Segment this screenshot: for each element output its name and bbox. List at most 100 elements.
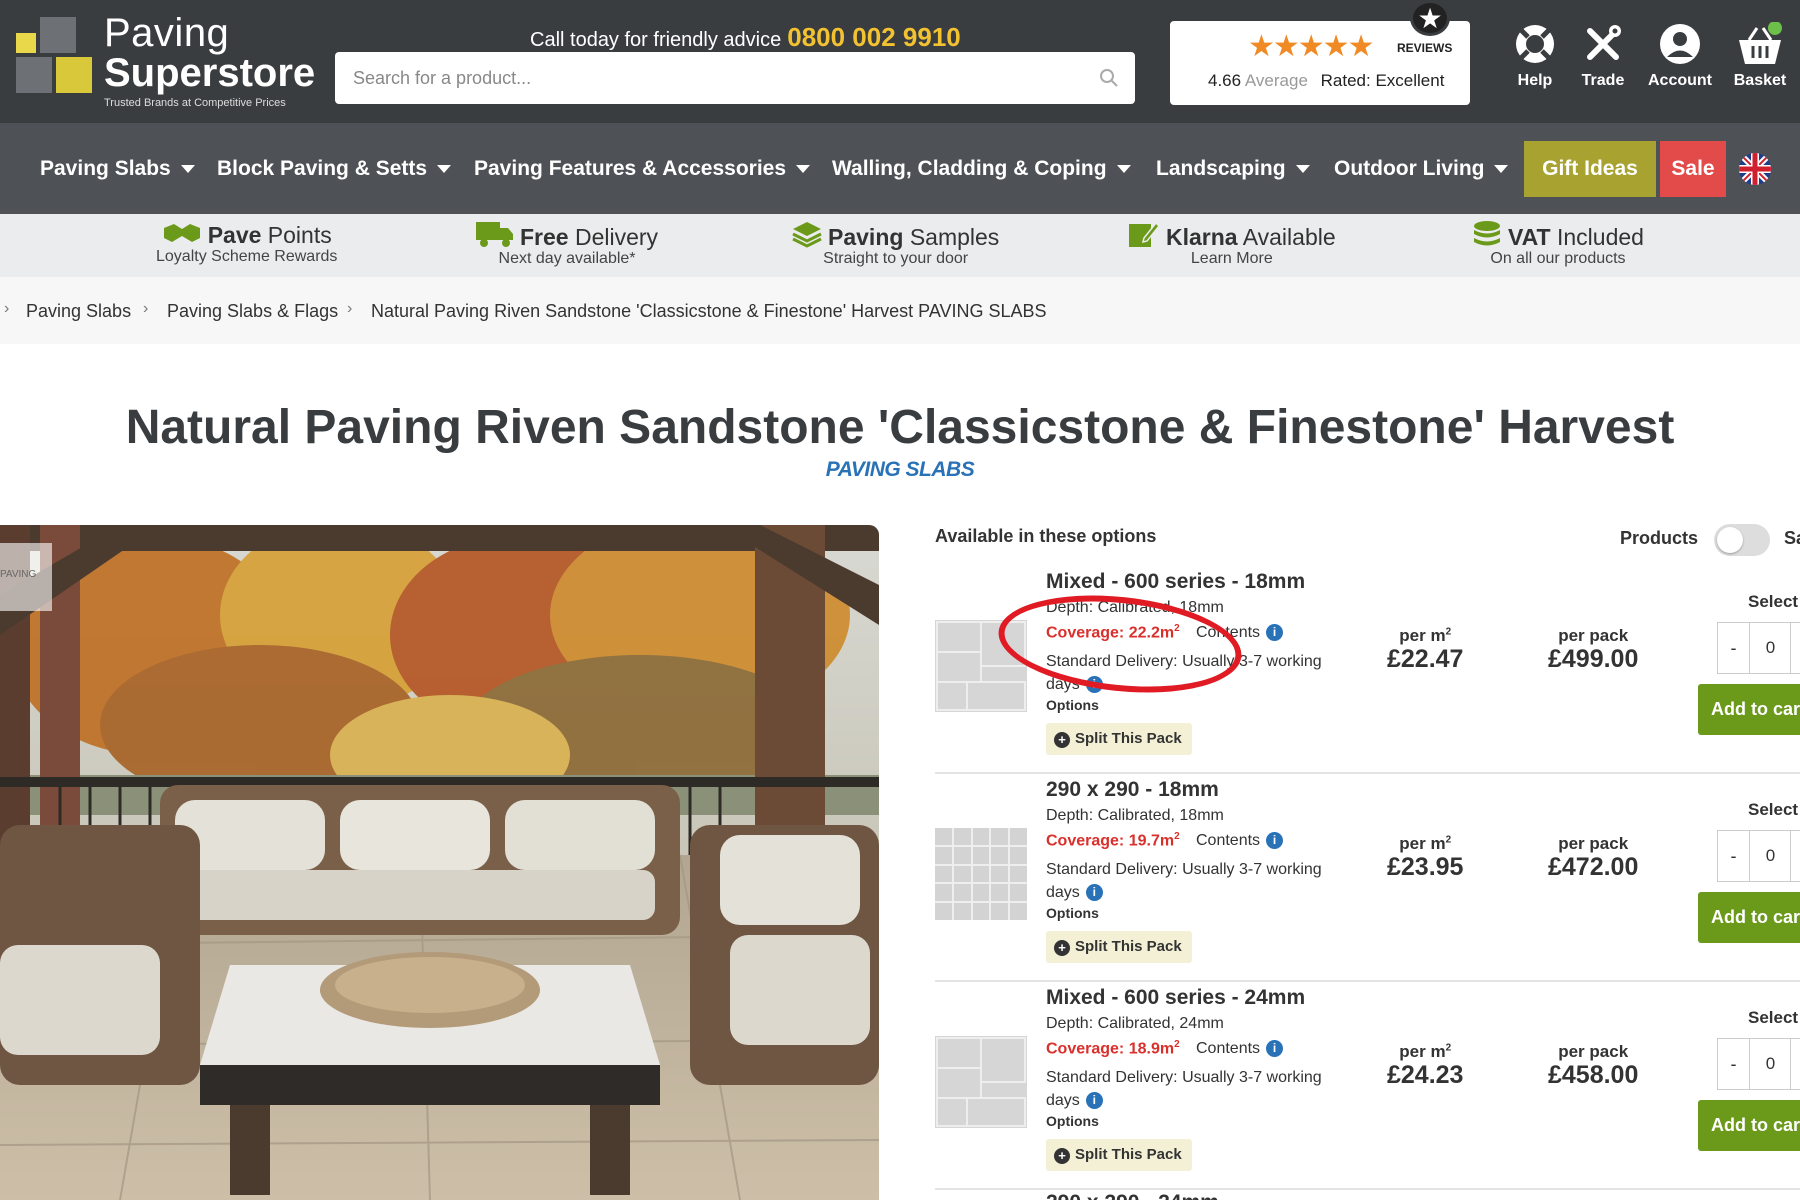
price-per-m2-value: £23.95 bbox=[1387, 853, 1464, 881]
price-per-pack-value: £472.00 bbox=[1548, 853, 1639, 881]
decrease-button[interactable]: - bbox=[1718, 831, 1750, 881]
add-to-cart-button[interactable]: Add to cart bbox=[1698, 1100, 1800, 1151]
per-m2-label: per m bbox=[1399, 1042, 1446, 1061]
per-pack-label: per pack bbox=[1558, 1042, 1629, 1061]
info-icon[interactable]: i bbox=[1085, 1092, 1103, 1109]
usp-vat[interactable]: VAT Included On all our products bbox=[1472, 220, 1644, 268]
coverage-text: Coverage: 18.9m bbox=[1046, 1040, 1175, 1058]
split-pack-button[interactable]: + Split This Pack bbox=[1046, 931, 1192, 963]
search-input[interactable] bbox=[353, 52, 1073, 104]
logo-tagline: Trusted Brands at Competitive Prices bbox=[104, 97, 286, 109]
decrease-button[interactable]: - bbox=[1718, 623, 1750, 673]
decrease-button[interactable]: - bbox=[1718, 1039, 1750, 1089]
usp-free-delivery[interactable]: Free Delivery Next day available* bbox=[476, 220, 658, 268]
options-label: Options bbox=[1046, 697, 1099, 713]
info-icon[interactable]: i bbox=[1266, 832, 1284, 849]
page-subtitle: PAVING SLABS bbox=[825, 458, 975, 481]
nav-block-paving[interactable]: Block Paving & Setts bbox=[217, 123, 452, 214]
usp-rest: Included bbox=[1556, 224, 1644, 250]
caret-down-icon bbox=[180, 165, 195, 174]
trade-link[interactable]: Trade bbox=[1564, 22, 1642, 90]
logo-mark-icon bbox=[16, 17, 100, 101]
handshake-icon bbox=[163, 224, 200, 242]
account-link[interactable]: Account bbox=[1641, 22, 1719, 90]
price-per-pack-value: £499.00 bbox=[1548, 645, 1639, 673]
option-thumbnail[interactable] bbox=[935, 828, 1027, 920]
usp-bold: Pave bbox=[207, 222, 262, 248]
caret-down-icon bbox=[1494, 165, 1509, 174]
usp-sub: Straight to your door bbox=[823, 250, 969, 267]
options-label: Options bbox=[1046, 905, 1099, 921]
option-delivery: Standard Delivery: Usually 3-7 working d… bbox=[1046, 858, 1346, 904]
select-label: Select bbox=[1748, 800, 1799, 819]
logo-text: Paving Superstore Trusted Brands at Comp… bbox=[104, 13, 315, 109]
nav-gift-ideas[interactable]: Gift Ideas bbox=[1524, 141, 1656, 197]
option-thumbnail[interactable] bbox=[935, 1036, 1027, 1128]
info-icon[interactable]: i bbox=[1266, 624, 1284, 641]
option-name-partial: 290 x 290 - 24mm bbox=[1046, 1191, 1219, 1200]
uk-flag-icon[interactable] bbox=[1739, 153, 1771, 185]
option-delivery: Standard Delivery: Usually 3-7 working d… bbox=[1046, 1066, 1346, 1112]
option-coverage: Coverage: 19.7m2 bbox=[1046, 831, 1180, 850]
breadcrumb-link-paving-slabs[interactable]: Paving Slabs bbox=[26, 301, 131, 322]
split-pack-button[interactable]: + Split This Pack bbox=[1046, 723, 1192, 755]
option-depth: Depth: Calibrated, 24mm bbox=[1046, 1015, 1224, 1032]
coverage-text: Coverage: 19.7m bbox=[1046, 832, 1175, 850]
search-icon[interactable] bbox=[1099, 68, 1119, 88]
info-icon[interactable]: i bbox=[1266, 1040, 1284, 1057]
nav-walling[interactable]: Walling, Cladding & Coping bbox=[832, 123, 1131, 214]
site-logo[interactable]: Paving Superstore Trusted Brands at Comp… bbox=[16, 13, 315, 109]
nav-outdoor-living[interactable]: Outdoor Living bbox=[1334, 123, 1509, 214]
quantity-value[interactable]: 0 bbox=[1751, 1039, 1791, 1089]
split-label: Split This Pack bbox=[1075, 1146, 1182, 1163]
price-per-m2: per m2 £24.23 bbox=[1387, 1042, 1464, 1089]
call-text: Call today for friendly advice 0800 002 9… bbox=[530, 22, 961, 53]
usp-klarna[interactable]: Klarna Available Learn More bbox=[1128, 220, 1336, 268]
option-contents[interactable]: Contents i bbox=[1196, 1040, 1284, 1058]
help-label: Help bbox=[1517, 72, 1553, 89]
usp-pave-points[interactable]: Pave Points Loyalty Scheme Rewards bbox=[156, 220, 337, 266]
usp-bold: VAT bbox=[1508, 224, 1551, 250]
price-per-m2-value: £22.47 bbox=[1387, 645, 1464, 673]
option-depth: Depth: Calibrated, 18mm bbox=[1046, 807, 1224, 824]
price-per-pack-value: £458.00 bbox=[1548, 1061, 1639, 1089]
plus-circle-icon: + bbox=[1054, 1148, 1070, 1164]
phone-number[interactable]: 0800 002 9910 bbox=[787, 22, 961, 52]
breadcrumb-link-slabs-flags[interactable]: Paving Slabs & Flags bbox=[167, 301, 338, 322]
nav-label: Paving Features & Accessories bbox=[474, 157, 787, 180]
call-label: Call today for friendly advice bbox=[530, 29, 782, 51]
add-to-cart-button[interactable]: Add to cart bbox=[1698, 892, 1800, 943]
usp-rest: Samples bbox=[909, 224, 1000, 250]
split-label: Split This Pack bbox=[1075, 730, 1182, 747]
help-link[interactable]: Help bbox=[1496, 22, 1574, 90]
usp-bold: Paving bbox=[828, 224, 904, 250]
logo-line2: Superstore bbox=[104, 51, 316, 95]
split-pack-button[interactable]: + Split This Pack bbox=[1046, 1139, 1192, 1171]
info-icon[interactable]: i bbox=[1085, 884, 1103, 901]
contents-label: Contents bbox=[1196, 832, 1261, 849]
nav-paving-slabs[interactable]: Paving Slabs bbox=[40, 123, 195, 214]
nav-label: Block Paving & Setts bbox=[217, 157, 428, 180]
patio-photo bbox=[0, 525, 879, 1200]
product-image[interactable]: PAVING bbox=[0, 525, 879, 1200]
usp-sub: Loyalty Scheme Rewards bbox=[156, 248, 338, 265]
option-name: Mixed - 600 series - 24mm bbox=[1046, 986, 1306, 1009]
quantity-value[interactable]: 0 bbox=[1751, 623, 1791, 673]
quantity-value[interactable]: 0 bbox=[1751, 831, 1791, 881]
basket-link[interactable]: Basket bbox=[1721, 22, 1799, 90]
nav-landscaping[interactable]: Landscaping bbox=[1156, 123, 1310, 214]
usp-paving-samples[interactable]: Paving Samples Straight to your door bbox=[792, 220, 999, 268]
option-contents[interactable]: Contents i bbox=[1196, 832, 1284, 850]
reviews-logo: REVIEWS bbox=[1397, 41, 1453, 55]
layers-icon bbox=[792, 222, 822, 248]
chevron-right-icon: › bbox=[347, 300, 353, 317]
view-toggle[interactable] bbox=[1714, 524, 1770, 556]
nav-sale[interactable]: Sale bbox=[1660, 141, 1726, 197]
option-row: Mixed - 600 series - 24mm Depth: Calibra… bbox=[935, 982, 1800, 1190]
rating-average: 4.66 bbox=[1208, 71, 1242, 90]
nav-label: Outdoor Living bbox=[1334, 157, 1485, 180]
per-m2-label: per m bbox=[1399, 834, 1446, 853]
nav-paving-features[interactable]: Paving Features & Accessories bbox=[474, 123, 811, 214]
option-coverage: Coverage: 18.9m2 bbox=[1046, 1039, 1180, 1058]
add-to-cart-button[interactable]: Add to cart bbox=[1698, 684, 1800, 735]
